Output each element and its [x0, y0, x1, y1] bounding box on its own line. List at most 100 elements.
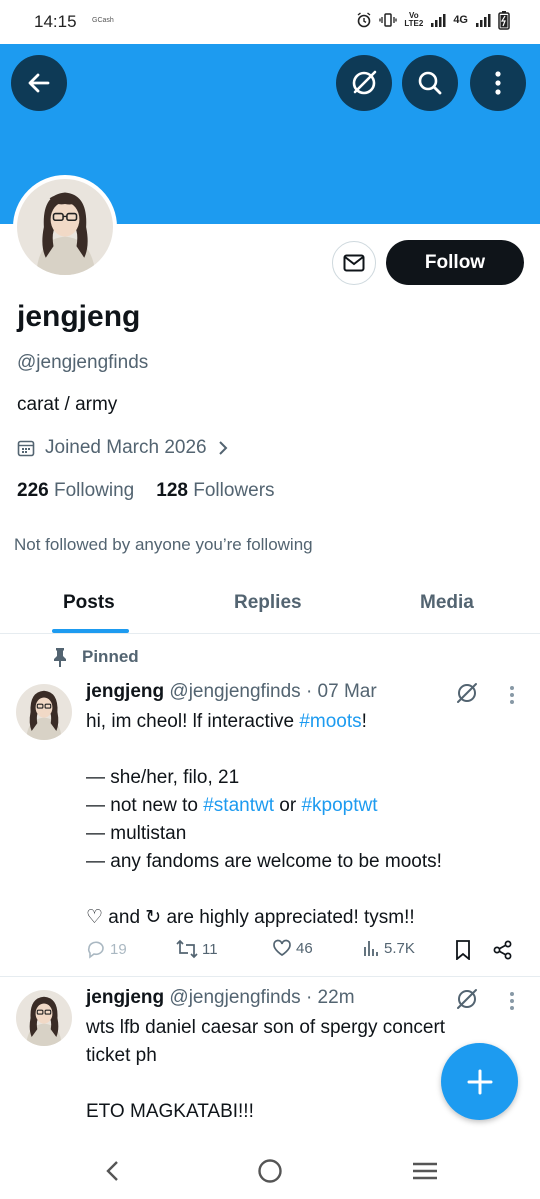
pinned-text: Pinned [82, 647, 139, 666]
post-actions: 19 11 46 5.7K [86, 939, 526, 963]
signal-2-icon [476, 14, 491, 27]
post-more-icon[interactable] [509, 685, 515, 705]
avatar-photo [17, 179, 113, 275]
display-name: jengjeng [17, 300, 141, 333]
share-icon[interactable] [493, 940, 513, 960]
status-icons: Vo LTE2 4G [356, 10, 510, 30]
views-button[interactable]: 5.7K [362, 939, 415, 957]
followers-link[interactable]: 128 Followers [156, 480, 274, 502]
signal-icon [431, 14, 446, 27]
pinned-label: Pinned [52, 647, 139, 667]
plus-icon [467, 1069, 492, 1094]
vertical-dots-icon [495, 71, 501, 95]
system-nav-bar [0, 1140, 540, 1199]
following-label: Following [53, 480, 135, 501]
pin-icon [54, 648, 66, 667]
repost-icon [176, 939, 198, 959]
repost-button[interactable]: 11 [176, 939, 218, 959]
nav-home-icon[interactable] [257, 1158, 283, 1184]
post-text-line: — she/her, filo, 21 [86, 767, 240, 788]
post-author-name[interactable]: jengjeng [86, 987, 164, 1008]
post-divider [0, 976, 540, 977]
reply-count: 19 [110, 940, 127, 958]
bookmark-icon[interactable] [455, 940, 471, 960]
post-author-handle[interactable]: @jengjengfinds [169, 681, 300, 702]
status-time: 14:15 [34, 12, 77, 31]
search-icon [418, 71, 442, 95]
hashtag-link[interactable]: #moots [299, 711, 361, 732]
post-text-line: ♡ and ↻ are highly appreciated! tysm!! [86, 907, 415, 928]
views-icon [364, 941, 378, 956]
alarm-icon [357, 12, 371, 28]
post-avatar[interactable] [16, 990, 72, 1046]
post-author-handle[interactable]: @jengjengfinds [169, 987, 300, 1008]
post-text-segment: or [274, 795, 302, 816]
followers-count: 128 [156, 480, 188, 501]
post-header: jengjeng @jengjengfinds · 22m [86, 987, 355, 1009]
compose-button[interactable] [441, 1043, 518, 1120]
profile-tabs: Posts Replies Media [0, 572, 540, 634]
hashtag-link[interactable]: #kpoptwt [301, 795, 377, 816]
calendar-icon [17, 440, 35, 457]
hashtag-link[interactable]: #stantwt [203, 795, 274, 816]
reply-button[interactable]: 19 [86, 939, 127, 959]
arrow-left-icon [28, 73, 50, 93]
repost-count: 11 [202, 940, 218, 958]
following-link[interactable]: 226 Following [17, 480, 134, 502]
post-time: · 22m [305, 987, 355, 1008]
not-followed-note: Not followed by anyone you’re following [14, 535, 313, 554]
tab-replies[interactable]: Replies [234, 592, 302, 614]
post-header: jengjeng @jengjengfinds · 07 Mar [86, 681, 377, 703]
message-button[interactable] [332, 241, 376, 285]
post-text-line: — multistan [86, 823, 187, 844]
search-button[interactable] [402, 55, 458, 111]
post-text-line: wts lfb daniel caesar son of spergy conc… [86, 1017, 446, 1038]
nav-back-icon[interactable] [104, 1160, 120, 1182]
post-text-segment: — not new to [86, 795, 204, 816]
grok-icon [352, 70, 377, 95]
post-text-line: — any fandoms are welcome to be moots! [86, 851, 442, 872]
status-bar: 14:15 GCash Vo LTE2 4G [0, 0, 540, 44]
network-type: 4G [453, 14, 468, 26]
post-text-line: ETO MAGKATABI!!! [86, 1101, 254, 1122]
follow-stats: 226 Following 128 Followers [17, 480, 275, 502]
chevron-right-icon [218, 441, 228, 455]
like-count: 46 [296, 939, 313, 957]
grok-icon[interactable] [455, 987, 479, 1011]
post-time: · 07 Mar [305, 681, 377, 702]
profile-handle: @jengjengfinds [17, 352, 149, 373]
nav-recents-icon[interactable] [412, 1161, 438, 1181]
joined-date[interactable]: Joined March 2026 [17, 437, 229, 459]
profile-bio: carat / army [17, 394, 118, 415]
post-text-line: ticket ph [86, 1045, 157, 1066]
grok-button[interactable] [336, 55, 392, 111]
envelope-icon [343, 254, 365, 272]
reply-icon [87, 941, 104, 959]
vibrate-icon [379, 13, 397, 27]
volte-indicator: Vo LTE2 [404, 11, 424, 28]
like-button[interactable]: 46 [272, 939, 313, 957]
views-count: 5.7K [384, 939, 415, 957]
more-options-button[interactable] [470, 55, 526, 111]
post-text-segment: ! [361, 711, 367, 732]
followers-label: Followers [193, 480, 275, 501]
tab-media[interactable]: Media [420, 592, 474, 614]
post-more-icon[interactable] [509, 991, 515, 1011]
post-author-name[interactable]: jengjeng [86, 681, 164, 702]
post-avatar[interactable] [16, 684, 72, 740]
battery-icon [498, 11, 510, 30]
grok-icon[interactable] [455, 681, 479, 705]
active-tab-indicator [52, 629, 129, 633]
post-text: hi, im cheol! lf interactive #moots! — s… [86, 708, 506, 932]
back-button[interactable] [11, 55, 67, 111]
heart-icon [273, 939, 291, 957]
status-app-label: GCash [92, 17, 114, 24]
avatar-photo [16, 990, 72, 1046]
profile-avatar[interactable] [13, 175, 117, 279]
joined-label: Joined March 2026 [45, 437, 207, 458]
tab-posts[interactable]: Posts [63, 592, 115, 614]
post-text-segment: hi, im cheol! lf interactive [86, 711, 300, 732]
following-count: 226 [17, 480, 49, 501]
follow-button[interactable]: Follow [386, 240, 524, 285]
avatar-photo [16, 684, 72, 740]
